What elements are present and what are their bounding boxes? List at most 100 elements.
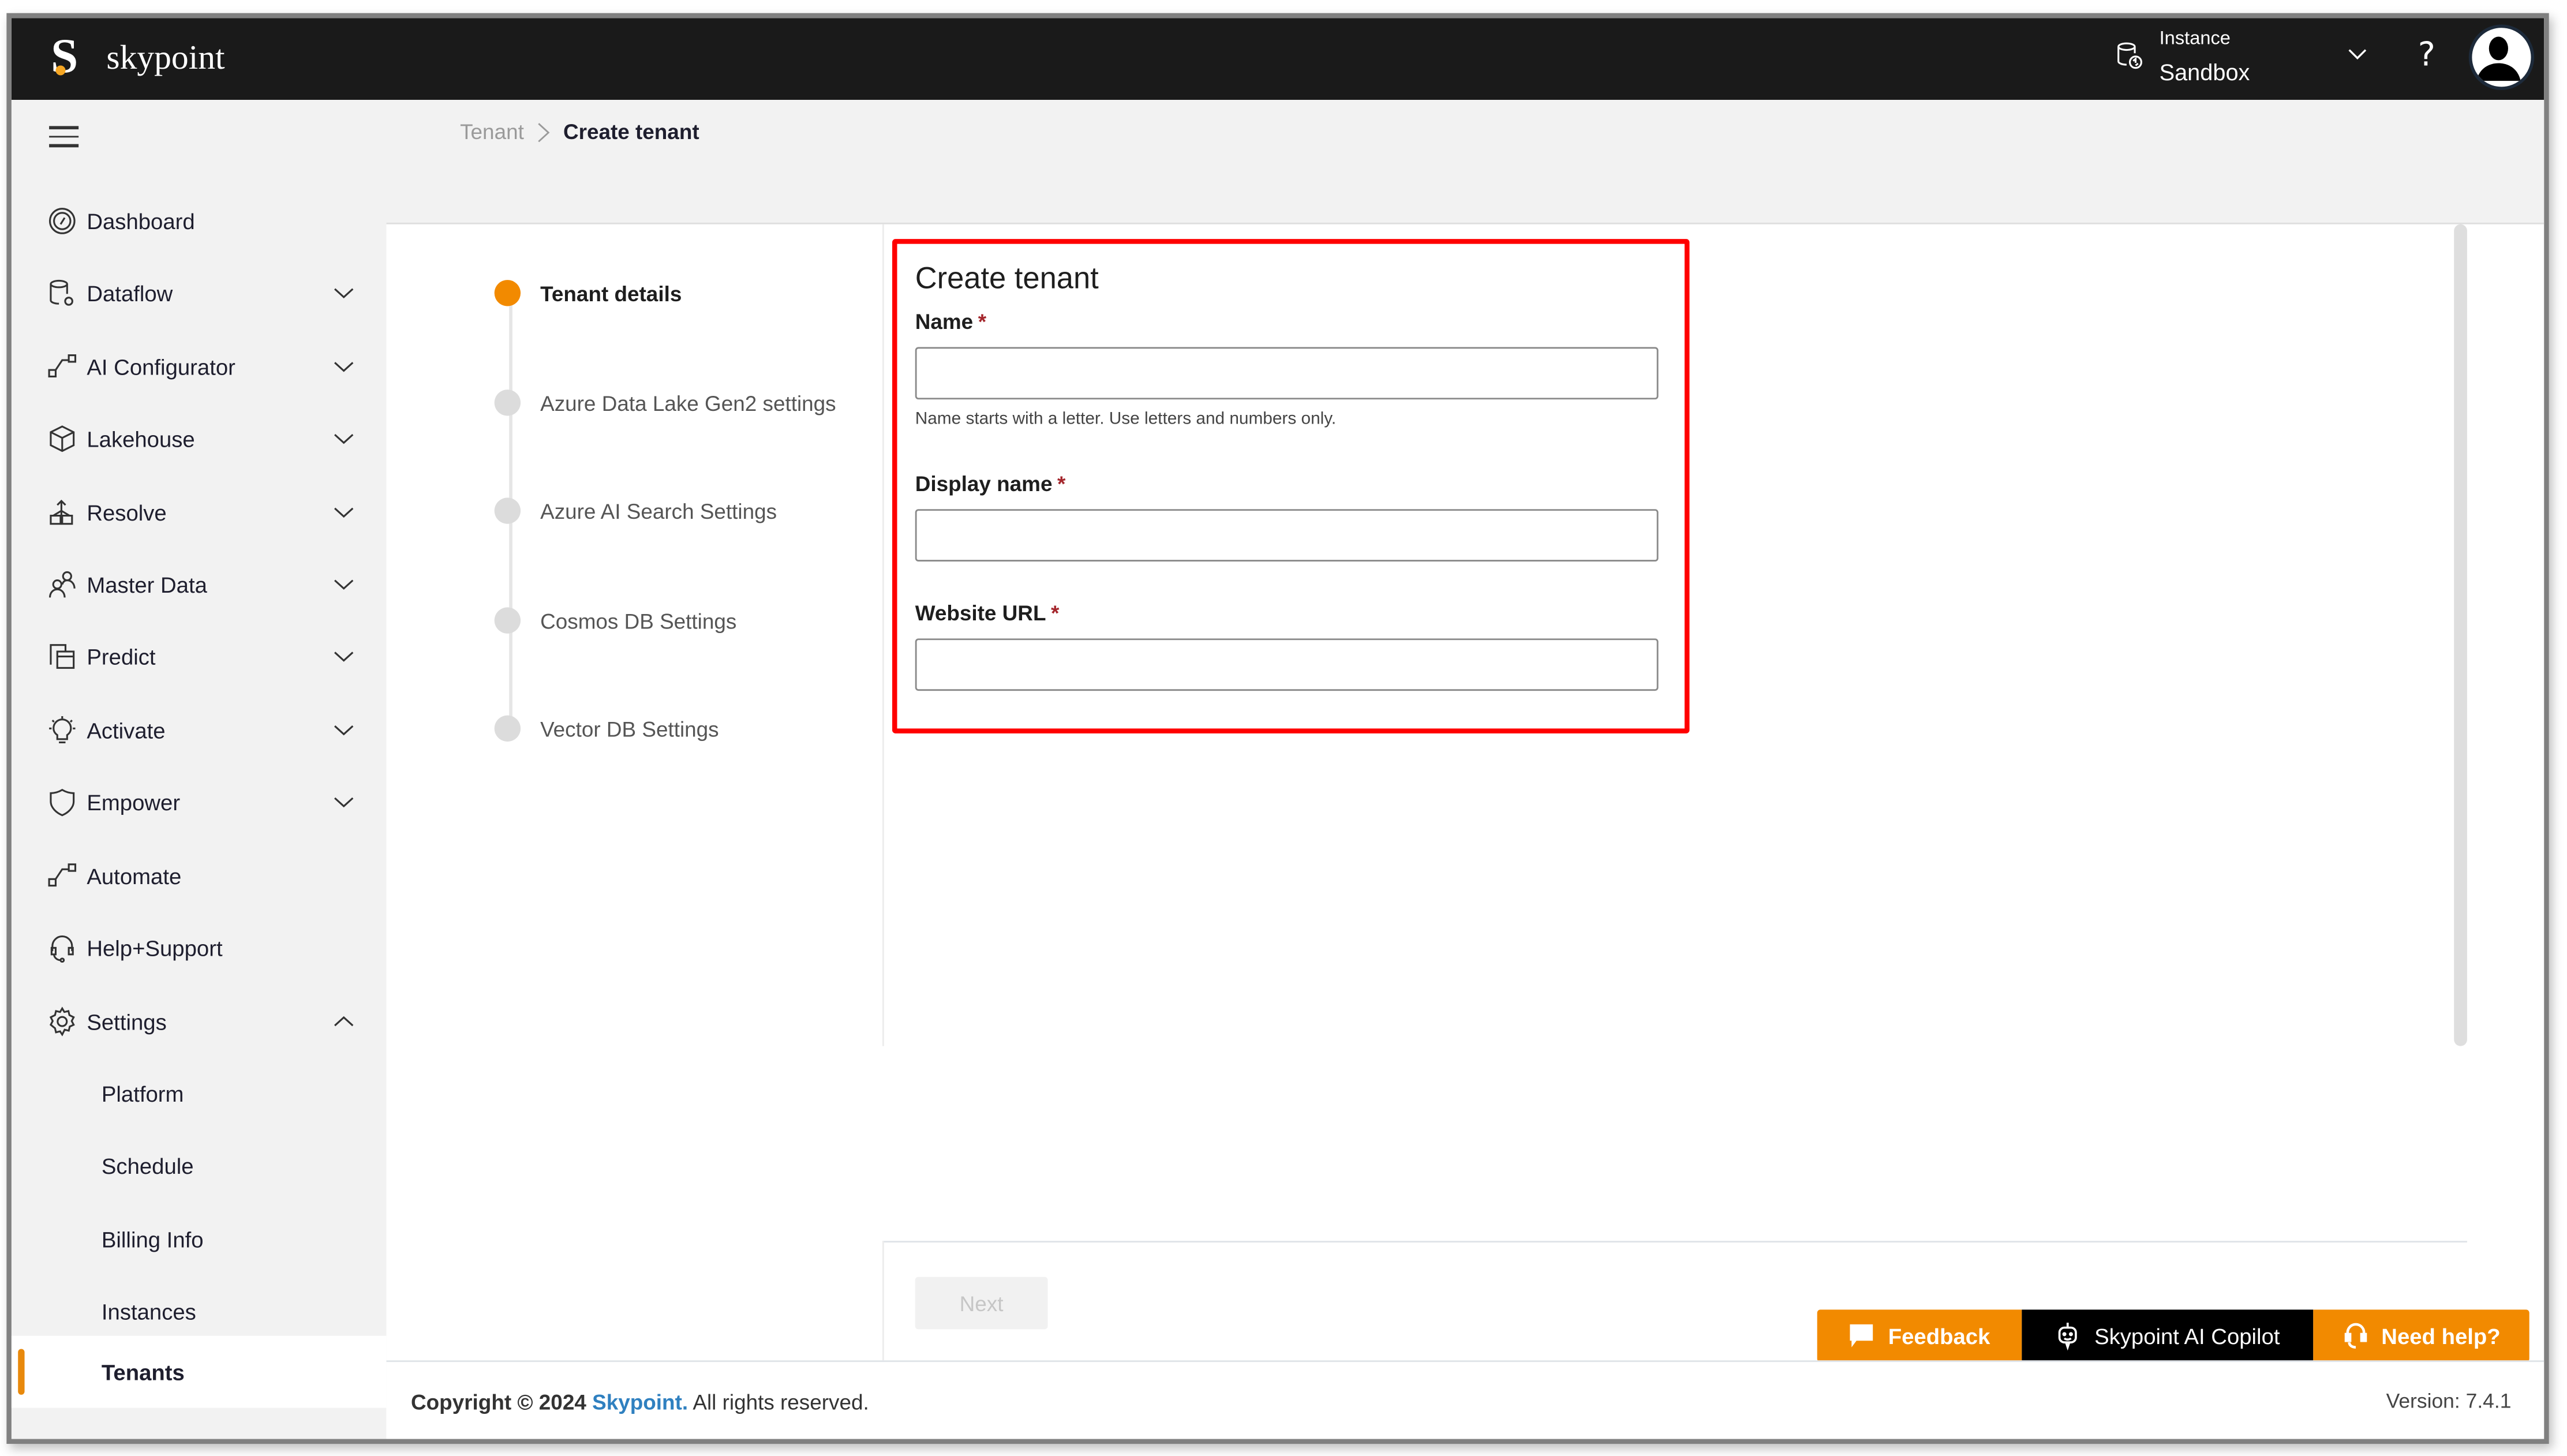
feedback-label: Feedback <box>1888 1323 1990 1349</box>
hamburger-menu-icon[interactable] <box>49 126 79 149</box>
instance-value: Sandbox <box>2159 59 2250 85</box>
required-marker: * <box>1050 601 1060 626</box>
sidebar-item-label: Predict <box>87 644 156 669</box>
page-header: Tenant Create tenant <box>386 100 2544 224</box>
chevron-down-icon[interactable] <box>332 357 356 376</box>
copilot-label: Skypoint AI Copilot <box>2094 1323 2280 1349</box>
name-hint: Name starts with a letter. Use letters a… <box>915 409 1337 429</box>
step-cosmos-db[interactable]: Cosmos DB Settings <box>494 607 888 640</box>
sidebar-item-label: Lakehouse <box>87 426 195 451</box>
copilot-button[interactable]: Skypoint AI Copilot <box>2022 1309 2314 1363</box>
step-label: Cosmos DB Settings <box>540 609 737 634</box>
merge-boxes-icon <box>50 499 73 525</box>
sidebar-item-settings[interactable]: Settings <box>12 992 387 1051</box>
sidebar-subitem-schedule[interactable]: Schedule <box>12 1133 387 1198</box>
sidebar-item-ai-configurator[interactable]: AI Configurator <box>12 337 387 396</box>
sidebar-item-label: Automate <box>87 863 182 888</box>
step-indicator <box>494 715 521 742</box>
step-label: Azure AI Search Settings <box>540 499 777 524</box>
sidebar-item-master-data[interactable]: Master Data <box>12 555 387 614</box>
chevron-down-icon[interactable] <box>332 503 356 522</box>
breadcrumb: Tenant Create tenant <box>460 119 699 144</box>
cube-icon <box>50 425 75 452</box>
headset-icon <box>2344 1323 2367 1349</box>
sidebar: Dashboard Dataflow AI Configurator Lakeh… <box>11 100 387 1439</box>
vertical-scrollbar[interactable] <box>2454 224 2467 1046</box>
brand-name: skypoint <box>106 36 225 76</box>
flow-connector-icon <box>48 863 77 887</box>
sidebar-item-activate[interactable]: Activate <box>12 701 387 759</box>
chevron-down-icon[interactable] <box>2344 41 2370 67</box>
instance-label: Instance <box>2159 29 2231 50</box>
overlapping-squares-icon <box>50 644 75 669</box>
website-url-label: Website URL * <box>915 601 1060 626</box>
step-azure-data-lake[interactable]: Azure Data Lake Gen2 settings <box>494 390 888 422</box>
step-vector-db[interactable]: Vector DB Settings <box>494 715 888 748</box>
sidebar-item-empower[interactable]: Empower <box>12 773 387 832</box>
shield-icon <box>50 788 75 817</box>
chevron-down-icon[interactable] <box>332 646 356 666</box>
app-window: S skypoint Instance Sandbox ? Dashboard … <box>6 13 2549 1444</box>
step-indicator <box>494 390 521 416</box>
copyright-suffix: All rights reserved. <box>693 1390 869 1414</box>
sidebar-item-label: Settings <box>87 1009 167 1034</box>
sidebar-subitem-label: Instances <box>101 1298 196 1324</box>
breadcrumb-tenant-link[interactable]: Tenant <box>460 119 524 144</box>
sidebar-item-dashboard[interactable]: Dashboard <box>12 192 387 250</box>
lightbulb-icon <box>49 716 76 744</box>
need-help-button[interactable]: Need help? <box>2313 1309 2529 1363</box>
step-indicator <box>494 497 521 524</box>
chevron-right-icon <box>538 122 550 142</box>
help-icon[interactable]: ? <box>2418 35 2435 74</box>
sidebar-item-dataflow[interactable]: Dataflow <box>12 264 387 323</box>
sidebar-subitem-label: Tenants <box>101 1359 185 1384</box>
display-name-label: Display name * <box>915 471 1066 496</box>
sidebar-item-help-support[interactable]: Help+Support <box>12 918 387 977</box>
people-icon <box>48 571 76 598</box>
chevron-up-icon[interactable] <box>332 1012 356 1031</box>
sidebar-subitem-label: Billing Info <box>101 1227 204 1252</box>
stepper-divider <box>882 224 884 1046</box>
skypoint-link[interactable]: Skypoint. <box>592 1390 688 1414</box>
user-avatar[interactable] <box>2468 24 2535 91</box>
active-indicator <box>18 1349 25 1395</box>
website-url-label-text: Website URL <box>915 601 1046 626</box>
step-azure-ai-search[interactable]: Azure AI Search Settings <box>494 497 888 530</box>
footer: Copyright © 2024 Skypoint. All rights re… <box>386 1360 2544 1439</box>
required-marker: * <box>1057 471 1066 496</box>
form-title: Create tenant <box>915 260 1099 295</box>
name-label: Name * <box>915 309 986 334</box>
sidebar-subitem-platform[interactable]: Platform <box>12 1061 387 1126</box>
sidebar-item-label: Master Data <box>87 572 207 597</box>
chevron-down-icon[interactable] <box>332 720 356 740</box>
database-sync-icon <box>2117 42 2142 69</box>
sidebar-item-lakehouse[interactable]: Lakehouse <box>12 409 387 468</box>
chevron-down-icon[interactable] <box>332 792 356 812</box>
chat-bubble-icon <box>1850 1324 1874 1348</box>
gear-icon <box>49 1006 75 1036</box>
sidebar-item-label: Empower <box>87 789 181 815</box>
sidebar-subitem-billing-info[interactable]: Billing Info <box>12 1207 387 1272</box>
next-button[interactable]: Next <box>915 1277 1048 1330</box>
website-url-input[interactable] <box>915 638 1659 691</box>
name-input[interactable] <box>915 347 1659 400</box>
feedback-button[interactable]: Feedback <box>1817 1309 2022 1363</box>
sidebar-subitem-instances[interactable]: Instances <box>12 1278 387 1343</box>
skypoint-logo[interactable]: S skypoint <box>51 28 225 87</box>
chevron-down-icon[interactable] <box>332 575 356 594</box>
sidebar-subitem-label: Schedule <box>101 1153 194 1178</box>
chevron-down-icon[interactable] <box>332 283 356 303</box>
step-tenant-details[interactable]: Tenant details <box>494 280 888 313</box>
sidebar-item-resolve[interactable]: Resolve <box>12 483 387 542</box>
sidebar-item-label: AI Configurator <box>87 354 235 379</box>
sidebar-subitem-tenants[interactable]: Tenants <box>11 1335 387 1408</box>
instance-selector[interactable]: Instance Sandbox <box>2115 28 2250 88</box>
sidebar-item-label: Dashboard <box>87 208 195 234</box>
chevron-down-icon[interactable] <box>332 429 356 448</box>
sidebar-item-label: Resolve <box>87 500 167 525</box>
sidebar-item-label: Activate <box>87 717 166 743</box>
sidebar-item-predict[interactable]: Predict <box>12 627 387 686</box>
display-name-input[interactable] <box>915 509 1659 562</box>
sidebar-item-automate[interactable]: Automate <box>12 847 387 905</box>
robot-icon <box>2059 1323 2078 1351</box>
